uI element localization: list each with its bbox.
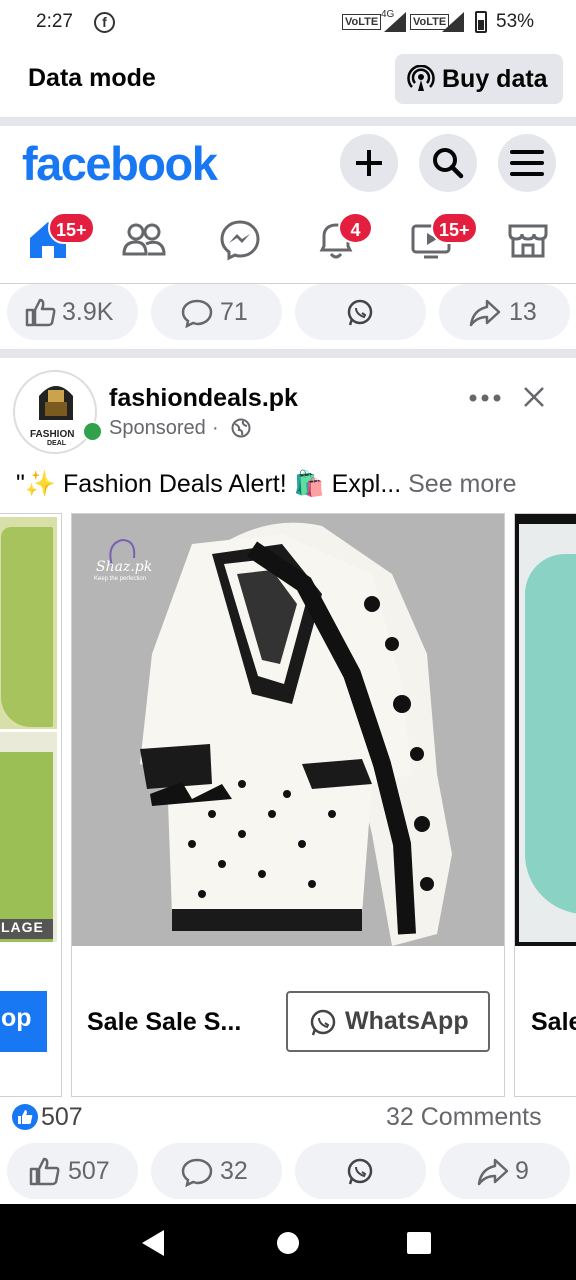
share-button[interactable]: 13 [439,284,570,340]
online-indicator [82,421,103,442]
create-button[interactable] [340,134,398,192]
search-button[interactable] [419,134,477,192]
whatsapp-icon [347,299,373,326]
product-image-main: Shaz.pk Keep the perfection [72,514,504,946]
marketplace-icon [508,224,548,258]
back-icon[interactable] [142,1230,166,1256]
comment-button[interactable]: 71 [151,284,282,340]
carousel-card-main[interactable]: Shaz.pk Keep the perfection Sale Sale S.… [71,513,505,1097]
comment-count: 71 [220,298,248,326]
battery-percent: 53% [496,11,535,32]
signal-icon [384,12,406,32]
status-bar: 2:27 f VoLTE 4G VoLTE 53% [0,0,576,46]
post-share-button[interactable]: 9 [439,1143,570,1199]
home-nav-icon[interactable] [276,1231,300,1255]
thumbs-up-icon [29,1157,60,1186]
post-divider [0,349,576,358]
separator-dot: · [212,417,219,439]
buy-data-label: Buy data [442,65,548,93]
avatar-logo-icon [39,386,73,420]
plus-icon [356,150,382,176]
tab-friends[interactable] [122,218,166,262]
like-count: 3.9K [62,298,114,326]
product-image-prev-2: LAGE [0,732,57,942]
globe-icon [231,418,251,438]
close-icon[interactable] [522,385,546,409]
broadcast-icon [407,65,435,91]
product-image-prev-1 [0,517,57,729]
facebook-logo[interactable]: facebook [22,136,218,191]
tab-messenger[interactable] [218,218,262,262]
post-text-start: "✨ Fashion Deals Alert! 🛍️ Expl... [16,470,402,498]
whatsapp-cta-button[interactable]: WhatsApp [286,991,490,1052]
like-reaction-icon [12,1104,38,1130]
friends-icon [122,223,166,256]
whatsapp-cta-label: WhatsApp [345,1007,469,1035]
post-comment-count: 32 [220,1157,248,1185]
whatsapp-icon [347,1158,373,1185]
post-comment-button[interactable]: 32 [151,1143,282,1199]
reaction-count[interactable]: 507 [41,1103,83,1132]
carousel-card-prev[interactable]: LAGE op [0,513,62,1097]
post-like-button[interactable]: 507 [7,1143,138,1199]
comments-count[interactable]: 32 Comments [386,1103,542,1132]
card-title: Sale Sale S... [87,1008,242,1036]
home-badge: 15+ [48,212,95,244]
signal-icon-2 [442,12,464,32]
share-icon [477,1158,509,1186]
facebook-notification-icon: f [94,12,115,33]
post-share-count: 9 [515,1157,529,1185]
avatar-text: FASHION [30,429,75,440]
divider [0,117,576,126]
data-mode-label: Data mode [28,64,156,92]
prev-card-button[interactable]: op [0,991,47,1052]
watermark-subtext: Keep the perfection [94,576,147,582]
more-options-icon[interactable] [468,393,502,403]
comment-icon [181,299,213,328]
product-image-next [515,514,576,946]
battery-icon [475,11,487,33]
prev-card-tag: LAGE [0,919,53,939]
hamburger-icon [510,150,544,176]
recents-icon[interactable] [407,1232,431,1254]
whatsapp-icon [310,1009,336,1036]
status-time: 2:27 [36,11,73,32]
notifications-badge: 4 [338,212,373,244]
next-card-title: Sale [531,1008,576,1036]
avatar-subtext: DEAL [47,440,67,447]
sponsored-label: Sponsored [109,417,206,439]
page-avatar[interactable]: FASHION DEAL [13,370,97,454]
share-icon [469,299,501,327]
volte-indicator: VoLTE [342,14,382,30]
thumbs-up-icon [25,298,56,327]
carousel-card-next[interactable]: Sale [514,513,576,1097]
video-badge: 15+ [431,212,478,244]
buy-data-button[interactable]: Buy data [395,54,563,104]
page-name[interactable]: fashiondeals.pk [109,384,298,413]
tab-marketplace[interactable] [506,218,550,262]
post-text: "✨ Fashion Deals Alert! 🛍️ Expl... See m… [16,470,517,499]
messenger-icon [220,220,260,261]
system-navigation-bar [0,1204,576,1280]
data-mode-bar: Data mode Buy data [0,46,576,116]
watermark-text: Shaz.pk [96,559,153,575]
post-like-count: 507 [68,1157,110,1185]
like-button[interactable]: 3.9K [7,284,138,340]
see-more-link[interactable]: See more [408,470,516,498]
search-icon [433,148,464,179]
menu-button[interactable] [498,134,556,192]
whatsapp-share-button[interactable] [295,284,426,340]
post-whatsapp-share-button[interactable] [295,1143,426,1199]
share-count: 13 [509,298,537,326]
comment-icon [181,1158,213,1187]
